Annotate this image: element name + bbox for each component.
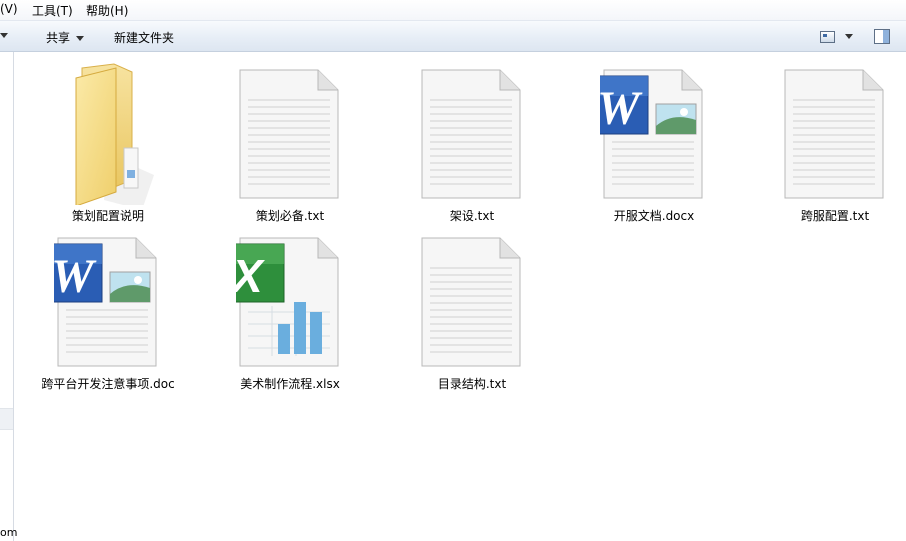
folder-icon <box>75 63 154 205</box>
file-name: 目录结构.txt <box>437 377 507 391</box>
word-document-icon: W <box>54 237 157 367</box>
menu-view[interactable]: (V) <box>0 2 18 16</box>
menu-help[interactable]: 帮助(H) <box>86 2 128 19</box>
share-button[interactable]: 共享 <box>46 29 85 46</box>
file-name: 美术制作流程.xlsx <box>240 377 340 391</box>
file-item-text[interactable]: 跨服配置.txt <box>755 60 906 223</box>
excel-spreadsheet-icon: X <box>236 237 339 367</box>
file-item-word[interactable]: W 开服文档.docx <box>574 60 734 223</box>
file-item-text[interactable]: 策划必备.txt <box>210 60 370 223</box>
navigation-pane-selected-item[interactable] <box>0 408 13 430</box>
view-options-chevron-icon[interactable] <box>845 34 853 39</box>
new-folder-button[interactable]: 新建文件夹 <box>114 29 174 46</box>
change-view-icon[interactable] <box>820 31 835 43</box>
chevron-down-icon <box>76 36 85 41</box>
file-name: 跨平台开发注意事项.doc <box>41 377 175 391</box>
file-item-text[interactable]: 目录结构.txt <box>392 228 552 391</box>
svg-text:W: W <box>54 250 97 303</box>
text-document-icon <box>239 69 339 199</box>
navigation-pane-text: om <box>0 526 18 539</box>
svg-text:X: X <box>236 250 265 302</box>
word-document-icon: W <box>600 69 703 199</box>
file-name: 架设.txt <box>449 209 495 223</box>
file-item-text[interactable]: 架设.txt <box>392 60 552 223</box>
text-document-icon <box>784 69 884 199</box>
file-item-word[interactable]: W 跨平台开发注意事项.doc <box>28 228 188 391</box>
navigation-pane[interactable] <box>0 52 14 541</box>
text-document-icon <box>421 237 521 367</box>
file-name: 策划必备.txt <box>255 209 325 223</box>
text-document-icon <box>421 69 521 199</box>
file-name: 跨服配置.txt <box>800 209 870 223</box>
svg-text:W: W <box>600 82 643 135</box>
menu-bar: (V) 工具(T) 帮助(H) <box>0 0 906 21</box>
file-name: 开服文档.docx <box>613 209 695 223</box>
file-item-folder[interactable]: 策划配置说明 <box>28 60 188 223</box>
organize-dropdown-icon[interactable] <box>0 33 8 38</box>
share-label: 共享 <box>46 31 71 45</box>
preview-pane-icon[interactable] <box>874 29 890 44</box>
file-name: 策划配置说明 <box>71 209 144 223</box>
file-item-excel[interactable]: X 美术制作流程.xlsx <box>210 228 370 391</box>
menu-tools[interactable]: 工具(T) <box>32 2 73 19</box>
